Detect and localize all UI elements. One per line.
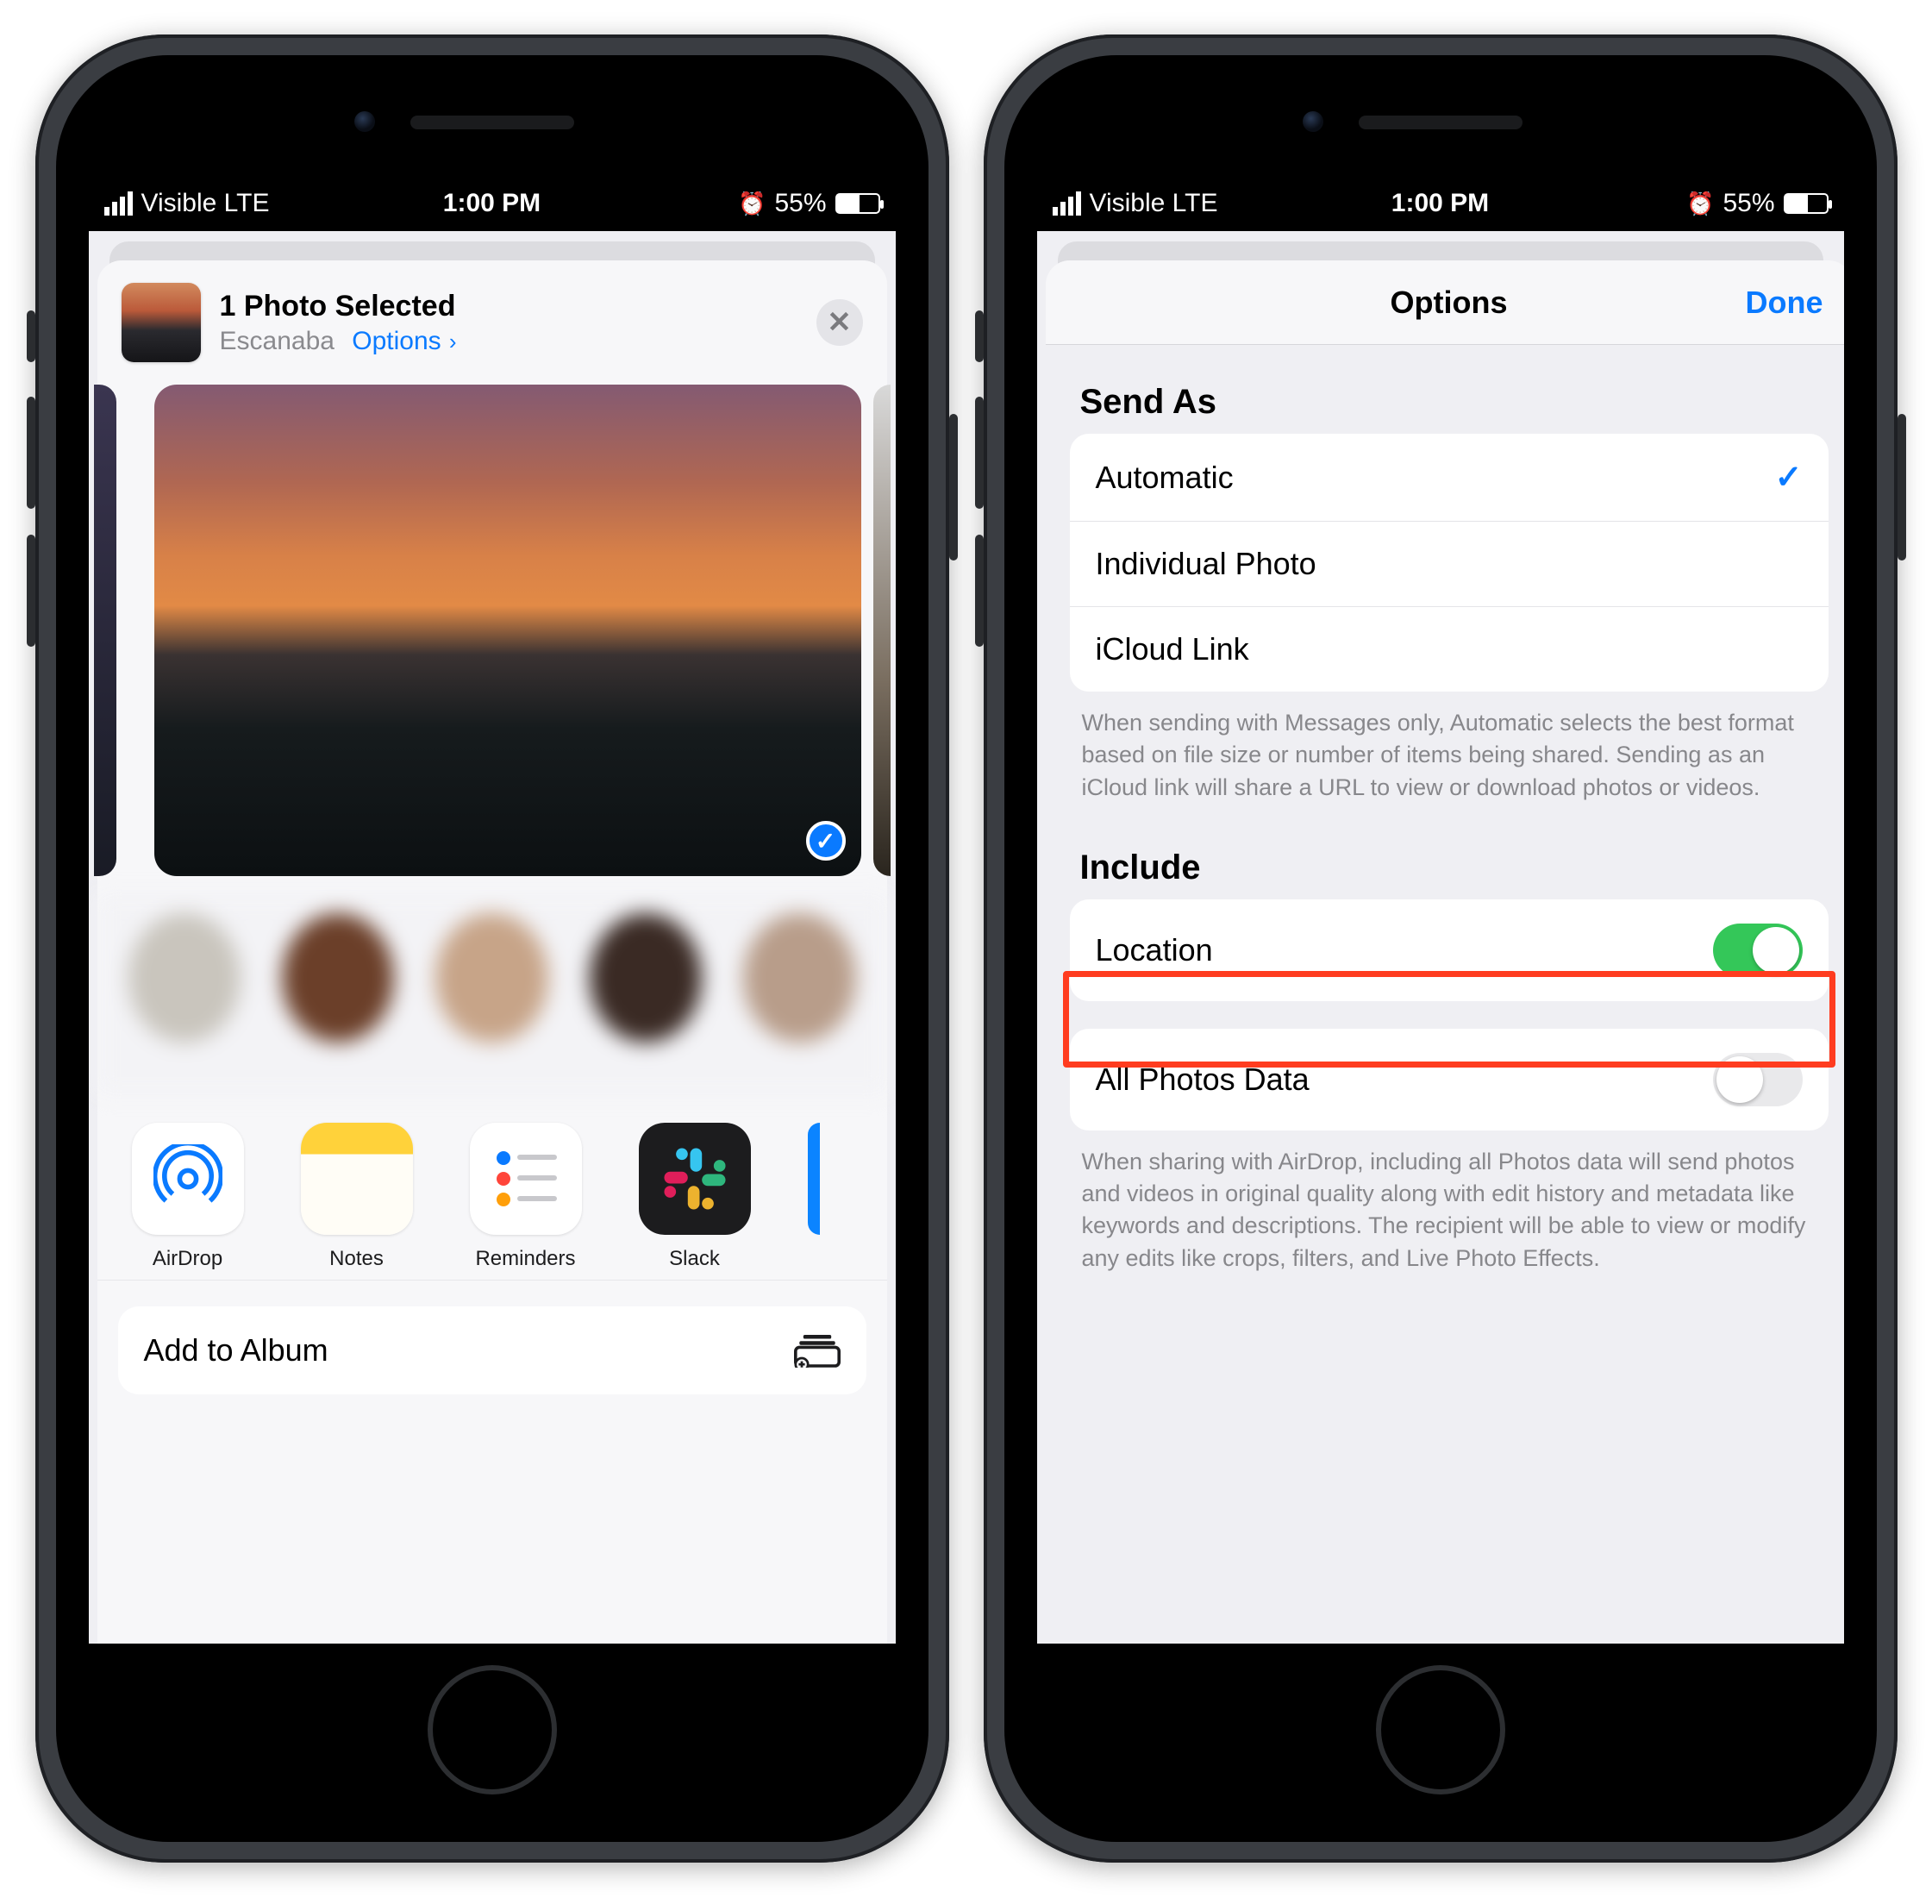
- battery-pct: 55%: [1723, 189, 1774, 218]
- share-slack[interactable]: Slack: [639, 1123, 751, 1271]
- include-footer: When sharing with AirDrop, including all…: [1046, 1130, 1844, 1281]
- status-bar: Visible LTE 1:00 PM ⏰ 55%: [1037, 176, 1844, 231]
- contact-avatar[interactable]: [435, 913, 547, 1043]
- album-stack-icon: [794, 1333, 841, 1368]
- row-label: Automatic: [1096, 460, 1234, 496]
- phone-right: Visible LTE 1:00 PM ⏰ 55% Options Done S…: [984, 34, 1898, 1863]
- action-label: Add to Album: [144, 1332, 328, 1368]
- carrier-label: Visible LTE: [1090, 189, 1218, 218]
- phone-left: Visible LTE 1:00 PM ⏰ 55% 1 Photo Select…: [35, 34, 949, 1863]
- send-as-icloud-link[interactable]: iCloud Link: [1070, 606, 1829, 692]
- photo-preview[interactable]: ✓: [154, 385, 861, 876]
- share-airdrop[interactable]: AirDrop: [132, 1123, 244, 1271]
- app-label: Notes: [329, 1247, 384, 1271]
- selected-check-icon[interactable]: ✓: [806, 821, 846, 861]
- share-title: 1 Photo Selected: [220, 290, 797, 323]
- row-label: Individual Photo: [1096, 546, 1316, 582]
- airdrop-icon: [132, 1123, 244, 1235]
- share-sheet: 1 Photo Selected Escanaba Options › ✕: [97, 260, 887, 1644]
- notes-icon: [301, 1123, 413, 1235]
- send-as-automatic[interactable]: Automatic ✓: [1070, 434, 1829, 521]
- location-toggle[interactable]: [1713, 924, 1803, 977]
- share-location: Escanaba: [220, 327, 335, 355]
- contact-avatar[interactable]: [743, 913, 855, 1043]
- send-as-individual[interactable]: Individual Photo: [1070, 521, 1829, 606]
- options-link[interactable]: Options ›: [352, 327, 456, 355]
- row-label: Location: [1096, 932, 1213, 968]
- close-icon: ✕: [827, 305, 852, 340]
- include-all-photos-data[interactable]: All Photos Data: [1070, 1029, 1829, 1130]
- checkmark-icon: ✓: [1775, 458, 1803, 497]
- include-header: Include: [1046, 811, 1844, 899]
- contact-avatar[interactable]: [128, 913, 241, 1043]
- people-suggestions[interactable]: [97, 895, 887, 1093]
- all-photos-data-toggle[interactable]: [1713, 1053, 1803, 1106]
- home-button[interactable]: [1376, 1665, 1505, 1794]
- battery-icon: [1784, 193, 1829, 214]
- send-as-header: Send As: [1046, 345, 1844, 434]
- contact-avatar[interactable]: [590, 913, 702, 1043]
- close-button[interactable]: ✕: [816, 299, 863, 346]
- share-notes[interactable]: Notes: [301, 1123, 413, 1271]
- photo-carousel[interactable]: ✓: [94, 378, 891, 876]
- selected-photo-thumb[interactable]: [122, 283, 201, 362]
- add-to-album-button[interactable]: Add to Album: [118, 1306, 866, 1394]
- share-reminders[interactable]: Reminders: [470, 1123, 582, 1271]
- nav-bar: Options Done: [1046, 260, 1844, 345]
- include-location[interactable]: Location: [1070, 899, 1829, 1001]
- slack-icon: [639, 1123, 751, 1235]
- send-as-list: Automatic ✓ Individual Photo iCloud Link: [1070, 434, 1829, 692]
- app-label: Slack: [669, 1247, 720, 1271]
- status-bar: Visible LTE 1:00 PM ⏰ 55%: [89, 176, 896, 231]
- row-label: All Photos Data: [1096, 1062, 1310, 1098]
- nav-title: Options: [1391, 285, 1508, 321]
- alarm-icon: ⏰: [738, 191, 766, 217]
- carrier-label: Visible LTE: [141, 189, 270, 218]
- options-sheet: Options Done Send As Automatic ✓ Individ…: [1046, 260, 1844, 1281]
- prev-photo-peek[interactable]: [94, 385, 116, 876]
- battery-icon: [835, 193, 880, 214]
- signal-icon: [1053, 191, 1081, 216]
- home-button[interactable]: [428, 1665, 557, 1794]
- contact-avatar[interactable]: [282, 913, 394, 1043]
- app-label: Reminders: [475, 1247, 575, 1271]
- alarm-icon: ⏰: [1686, 191, 1714, 217]
- next-app-peek[interactable]: [808, 1123, 820, 1235]
- row-label: iCloud Link: [1096, 631, 1249, 667]
- next-photo-peek[interactable]: [873, 385, 891, 876]
- send-as-footer: When sending with Messages only, Automat…: [1046, 692, 1844, 811]
- include-list: Location: [1070, 899, 1829, 1001]
- chevron-right-icon: ›: [443, 329, 457, 354]
- app-share-row[interactable]: AirDrop Notes: [97, 1093, 887, 1281]
- battery-pct: 55%: [774, 189, 826, 218]
- app-label: AirDrop: [153, 1247, 222, 1271]
- done-button[interactable]: Done: [1746, 285, 1823, 321]
- signal-icon: [104, 191, 133, 216]
- reminders-icon: [470, 1123, 582, 1235]
- include-list-2: All Photos Data: [1070, 1029, 1829, 1130]
